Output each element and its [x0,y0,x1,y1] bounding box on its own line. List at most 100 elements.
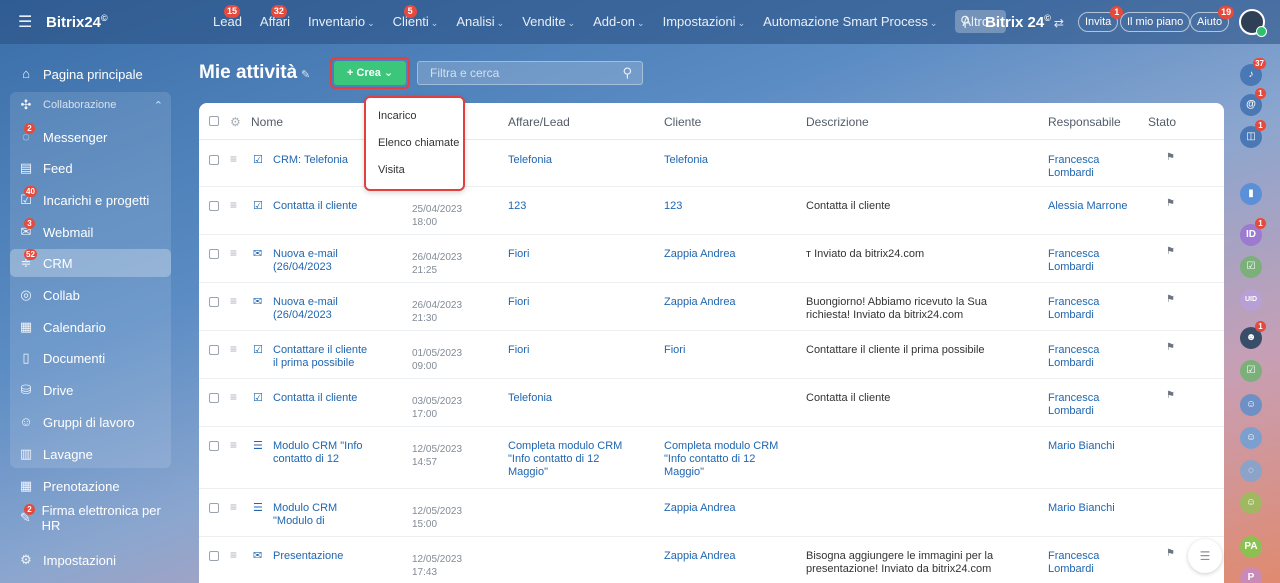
status-flag-icon[interactable]: ⚑ [1166,152,1175,163]
avatar-id-icon[interactable]: ID 1 [1240,218,1266,246]
nav-analisi[interactable]: Analisi ⌄ [447,0,513,44]
activity-name[interactable]: Modulo CRM "Modulo di [273,502,337,528]
help-button[interactable]: Aiuto 19 [1190,6,1235,32]
bookmark-icon[interactable]: ▮ [1240,183,1262,205]
status-flag-icon[interactable]: ⚑ [1166,390,1175,401]
row-checkbox[interactable] [209,155,219,165]
owner-link[interactable]: Francesca Lombardi [1048,392,1099,418]
drag-handle-icon[interactable]: ≡ [230,438,237,452]
at-icon[interactable]: @1 [1240,88,1266,116]
avatar-uid-icon[interactable]: UID [1240,289,1262,311]
search-icon[interactable]: ⚲ [960,13,970,30]
avatar-p-icon[interactable]: P [1240,567,1262,583]
settings-gear-icon[interactable]: ⚙ [230,115,241,129]
row-checkbox[interactable] [209,201,219,211]
header-deal[interactable]: Affare/Lead [508,115,570,129]
client-link[interactable]: Zappia Andrea [664,248,736,261]
row-checkbox[interactable] [209,249,219,259]
drag-handle-icon[interactable]: ≡ [230,246,237,260]
invite-button[interactable]: Invita 1 [1078,6,1124,32]
client-link[interactable]: Zappia Andrea [664,550,736,563]
nav-inventario[interactable]: Inventario ⌄ [299,0,384,44]
client-link[interactable]: 123 [664,200,682,213]
group-avatar-icon-2[interactable]: ☺ [1240,427,1262,449]
avatar-pa-icon[interactable]: PA [1240,536,1262,558]
sidebar-item-collaborazione[interactable]: ✣ Collaborazione ⌃ [10,91,171,119]
client-link[interactable]: Telefonia [664,154,708,167]
group-avatar-icon-3[interactable]: ☺ [1240,492,1262,514]
nav-vendite[interactable]: Vendite ⌄ [513,0,584,44]
drag-handle-icon[interactable]: ≡ [230,198,237,212]
drag-handle-icon[interactable]: ≡ [230,152,237,166]
menu-icon[interactable]: ☰ [18,12,38,32]
deal-link[interactable]: Telefonia [508,392,552,405]
header-name[interactable]: Nome [251,115,283,129]
owner-link[interactable]: Francesca Lombardi [1048,296,1099,322]
table-row[interactable]: ≡ ✉ Nuova e-mail (26/04/2023 26/04/2023 21:25… [199,235,1224,283]
search-magnifier-icon[interactable]: ⚲ [622,62,632,84]
pin-icon[interactable]: ✎ [301,68,310,81]
nav-automazione-smart-process[interactable]: Automazione Smart Process ⌄ [754,0,946,44]
sidebar-item-lavagne[interactable]: ▥ Lavagne [10,440,171,468]
sidebar-item-incarichi-e-progetti[interactable]: ☑ 40 Incarichi e progetti [10,186,171,214]
client-link[interactable]: Completa modulo CRM "Info contatto di 12 M… [664,440,778,479]
drag-handle-icon[interactable]: ≡ [230,294,237,308]
list-menu-icon[interactable]: ☰ [1188,539,1222,573]
create-menu-item-incarico[interactable]: Incarico [378,110,417,122]
activity-name[interactable]: Modulo CRM "Info contatto di 12 [273,440,363,466]
activity-name[interactable]: Contatta il cliente [273,392,357,405]
owner-link[interactable]: Mario Bianchi [1048,502,1115,515]
nav-lead[interactable]: Lead 15 [204,0,251,44]
sidebar-item-crm[interactable]: ≑ 52 CRM [10,249,171,277]
owner-link[interactable]: Francesca Lombardi [1048,344,1099,370]
row-checkbox[interactable] [209,441,219,451]
drag-handle-icon[interactable]: ≡ [230,390,237,404]
sidebar-item-gruppi-di-lavoro[interactable]: ☺ Gruppi di lavoro [10,408,171,436]
table-row[interactable]: ≡ ☑ CRM: Telefonia Telefonia Telefonia France… [199,141,1224,187]
owner-link[interactable]: Francesca Lombardi [1048,248,1099,274]
sidebar-item-pagina-principale[interactable]: ⌂ Pagina principale [10,60,171,88]
nav-clienti[interactable]: Clienti ⌄ 5 [384,0,448,44]
activity-name[interactable]: Nuova e-mail (26/04/2023 [273,248,338,274]
row-checkbox[interactable] [209,393,219,403]
table-row[interactable]: ≡ ☰ Modulo CRM "Info contatto di 12 12/05/20… [199,427,1224,489]
table-row[interactable]: ≡ ☑ Contatta il cliente 25/04/2023 18:00 123 1… [199,187,1224,235]
table-row[interactable]: ≡ ✉ Presentazione 12/05/2023 17:43 Zappia And… [199,537,1224,583]
sidebar-item-impostazioni[interactable]: ⚙ Impostazioni [10,546,171,574]
activity-name[interactable]: Contattare il cliente il prima possibile [273,344,367,370]
status-flag-icon[interactable]: ⚑ [1166,342,1175,353]
client-link[interactable]: Fiori [664,344,685,357]
bell-icon[interactable]: ♪ 37 [1240,58,1266,86]
activity-name[interactable]: Contatta il cliente [273,200,357,213]
sidebar-item-firma-elettronica-per-hr[interactable]: ✎ 2 Firma elettronica per HR [10,503,171,533]
drag-handle-icon[interactable]: ≡ [230,342,237,356]
row-checkbox[interactable] [209,551,219,561]
sidebar-item-messenger[interactable]: ◌ 2 Messenger [10,123,171,151]
create-menu-item-elenco-chiamate[interactable]: Elenco chiamate [378,137,459,149]
sidebar-item-webmail[interactable]: ✉ 3 Webmail [10,218,171,246]
create-button[interactable]: + Crea ⌄ [334,61,406,85]
sidebar-item-drive[interactable]: ⛁ Drive [10,376,171,404]
nav-impostazioni[interactable]: Impostazioni ⌄ [654,0,755,44]
status-flag-icon[interactable]: ⚑ [1166,294,1175,305]
chevron-up-icon[interactable]: ⌃ [154,99,163,112]
header-status[interactable]: Stato [1148,115,1176,129]
row-checkbox[interactable] [209,503,219,513]
avatar-photo-icon[interactable]: ☻ 1 [1240,321,1266,349]
deal-link[interactable]: Fiori [508,296,529,309]
row-checkbox[interactable] [209,345,219,355]
drag-handle-icon[interactable]: ≡ [230,548,237,562]
owner-link[interactable]: Alessia Marrone [1048,200,1127,213]
group-avatar-icon[interactable]: ☺ [1240,394,1262,416]
status-flag-icon[interactable]: ⚑ [1166,246,1175,257]
table-row[interactable]: ≡ ☑ Contattare il cliente il prima possibil… [199,331,1224,379]
select-all-checkbox[interactable] [209,116,219,126]
brand-switch[interactable]: Bitrix 24© ⇄ [985,13,1064,31]
table-row[interactable]: ≡ ☑ Contatta il cliente 03/05/2023 17:00 Tele… [199,379,1224,427]
client-link[interactable]: Zappia Andrea [664,502,736,515]
task-check-icon-2[interactable]: ☑ [1240,360,1262,382]
chat-bubble-icon[interactable]: ◫ 1 [1240,120,1266,148]
row-checkbox[interactable] [209,297,219,307]
plan-button[interactable]: Il mio piano [1120,12,1191,32]
task-check-icon[interactable]: ☑ [1240,256,1262,278]
